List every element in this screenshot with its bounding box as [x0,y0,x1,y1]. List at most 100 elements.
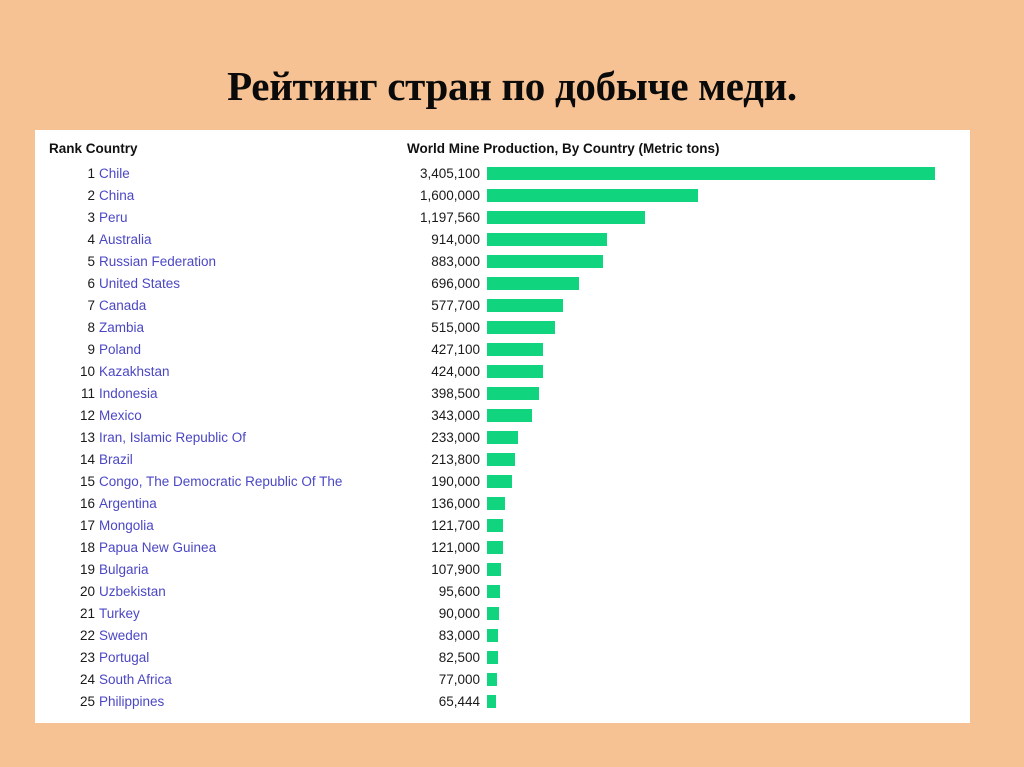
row-country[interactable]: United States [99,275,180,292]
row-rank: 18 [79,540,95,555]
row-country[interactable]: Mexico [99,407,142,424]
row-country[interactable]: Turkey [99,605,140,622]
bar-track [487,167,964,180]
row-value: 82,500 [438,650,480,665]
row-country[interactable]: Canada [99,297,146,314]
bar [487,233,608,246]
row-country[interactable]: Chile [99,165,130,182]
row-rank: 9 [87,342,95,357]
row-country[interactable]: Papua New Guinea [99,539,216,556]
table-row: 22 Sweden 83,000 [35,625,970,647]
row-rank: 10 [79,364,95,379]
row-value: 914,000 [431,232,480,247]
row-country[interactable]: Bulgaria [99,561,149,578]
row-rank: 7 [87,298,95,313]
row-rank: 12 [79,408,95,423]
row-country[interactable]: Brazil [99,451,133,468]
row-value: 233,000 [431,430,480,445]
row-value: 121,700 [431,518,480,533]
bar-track [487,321,964,334]
row-country[interactable]: Sweden [99,627,148,644]
table-row: 3 Peru 1,197,560 [35,207,970,229]
bar-track [487,673,964,686]
bar [487,453,516,466]
table-row: 12 Mexico 343,000 [35,405,970,427]
row-rank: 23 [79,650,95,665]
row-value: 136,000 [431,496,480,511]
row-country[interactable]: China [99,187,134,204]
row-country[interactable]: Argentina [99,495,157,512]
row-country[interactable]: Iran, Islamic Republic Of [99,429,246,446]
row-rank: 11 [80,386,95,401]
bar [487,321,555,334]
row-value: 577,700 [431,298,480,313]
bar [487,277,579,290]
row-rank: 5 [87,254,95,269]
row-country[interactable]: Russian Federation [99,253,216,270]
bar-track [487,519,964,532]
bar-track [487,563,964,576]
row-value: 65,444 [438,694,480,709]
row-rank: 4 [87,232,95,247]
table-row: 10 Kazakhstan 424,000 [35,361,970,383]
row-country[interactable]: Philippines [99,693,164,710]
row-value: 696,000 [431,276,480,291]
row-rank: 13 [79,430,95,445]
bar [487,387,540,400]
bar-track [487,651,964,664]
bar [487,651,498,664]
row-country[interactable]: Kazakhstan [99,363,170,380]
row-rank: 22 [79,628,95,643]
table-row: 1 Chile 3,405,100 [35,163,970,185]
bar-track [487,541,964,554]
row-value: 424,000 [431,364,480,379]
row-value: 398,500 [431,386,480,401]
bar-track [487,365,964,378]
row-country[interactable]: Peru [99,209,128,226]
table-row: 16 Argentina 136,000 [35,493,970,515]
bar [487,585,500,598]
row-value: 883,000 [431,254,480,269]
row-value: 343,000 [431,408,480,423]
row-value: 121,000 [431,540,480,555]
row-country[interactable]: Australia [99,231,152,248]
row-rank: 1 [87,166,95,181]
row-country[interactable]: Indonesia [99,385,158,402]
table-row: 23 Portugal 82,500 [35,647,970,669]
table-row: 11 Indonesia 398,500 [35,383,970,405]
bar [487,673,498,686]
bar-track [487,453,964,466]
bar-track [487,409,964,422]
bar [487,431,518,444]
bar-track [487,255,964,268]
table-row: 21 Turkey 90,000 [35,603,970,625]
row-country[interactable]: Zambia [99,319,144,336]
table-row: 20 Uzbekistan 95,600 [35,581,970,603]
row-rank: 15 [79,474,95,489]
bar-track [487,189,964,202]
row-rank: 17 [79,518,95,533]
bar [487,343,544,356]
table-row: 5 Russian Federation 883,000 [35,251,970,273]
row-country[interactable]: South Africa [99,671,172,688]
row-country[interactable]: Poland [99,341,141,358]
table-row: 9 Poland 427,100 [35,339,970,361]
bar [487,497,505,510]
row-value: 427,100 [431,342,480,357]
table-row: 4 Australia 914,000 [35,229,970,251]
bar [487,607,499,620]
bar-track [487,343,964,356]
row-country[interactable]: Mongolia [99,517,154,534]
row-value: 515,000 [431,320,480,335]
column-header-rank-country: Rank Country [49,141,138,156]
row-value: 1,197,560 [419,210,480,225]
row-value: 190,000 [431,474,480,489]
row-country[interactable]: Uzbekistan [99,583,166,600]
table-row: 19 Bulgaria 107,900 [35,559,970,581]
row-country[interactable]: Congo, The Democratic Republic Of The [99,473,342,490]
row-country[interactable]: Portugal [99,649,149,666]
bar-track [487,211,964,224]
table-row: 6 United States 696,000 [35,273,970,295]
row-value: 83,000 [438,628,480,643]
bar [487,541,503,554]
